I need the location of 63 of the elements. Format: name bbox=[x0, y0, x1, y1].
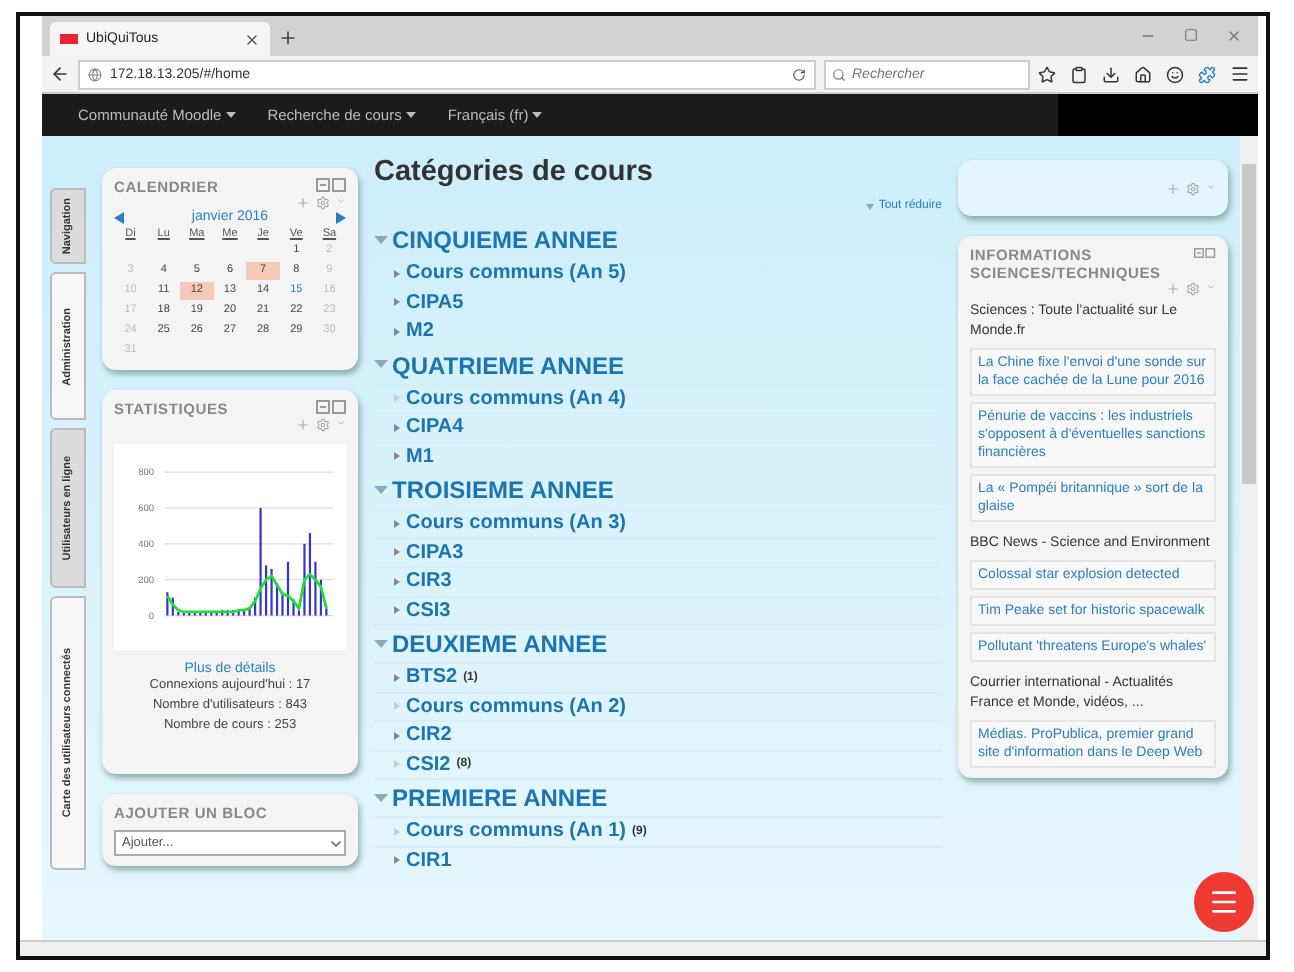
move-icon[interactable] bbox=[296, 418, 310, 432]
subcategory-link[interactable]: Cours communs (An 2) bbox=[374, 691, 942, 720]
subcategory-link[interactable]: Cours communs (An 4) bbox=[374, 383, 942, 412]
caret-icon bbox=[405, 112, 416, 118]
caret-icon bbox=[225, 112, 236, 118]
dock-icon[interactable] bbox=[316, 178, 346, 192]
menu-icon[interactable] bbox=[1230, 64, 1250, 84]
previous-month-icon[interactable] bbox=[114, 211, 124, 223]
subcategory-link[interactable]: CIPA5 bbox=[374, 287, 942, 316]
caret-icon[interactable] bbox=[1206, 182, 1216, 192]
new-tab-icon[interactable] bbox=[278, 28, 298, 48]
next-month-icon[interactable] bbox=[335, 211, 346, 223]
download-icon[interactable] bbox=[1102, 65, 1120, 83]
settings-icon[interactable] bbox=[316, 196, 330, 210]
category-link[interactable]: CINQUIEME ANNEE bbox=[374, 220, 942, 258]
bookmark-star-icon[interactable] bbox=[1038, 65, 1056, 83]
back-icon[interactable] bbox=[50, 64, 70, 84]
category-link[interactable]: PREMIERE ANNEE bbox=[374, 778, 942, 816]
caret-icon bbox=[374, 235, 388, 245]
category-link[interactable]: TROISIEME ANNEE bbox=[374, 470, 942, 508]
caret-icon bbox=[374, 485, 388, 495]
close-icon[interactable] bbox=[244, 31, 260, 47]
subcategory-link[interactable]: M2 bbox=[374, 316, 942, 345]
move-icon[interactable] bbox=[1166, 182, 1180, 196]
smiley-icon[interactable] bbox=[1166, 65, 1184, 83]
subcategory-link[interactable]: CIPA3 bbox=[374, 537, 942, 566]
category-link[interactable]: DEUXIEME ANNEE bbox=[374, 624, 942, 662]
caret-icon[interactable] bbox=[336, 418, 346, 428]
subcategory-link[interactable]: Cours communs (An 5) bbox=[374, 258, 942, 287]
settings-icon[interactable] bbox=[1186, 282, 1200, 296]
move-icon[interactable] bbox=[1166, 282, 1180, 296]
subcategory-link[interactable]: CSI3 bbox=[374, 595, 942, 624]
category-link[interactable]: QUATRIEME ANNEE bbox=[374, 345, 942, 383]
menu-icon bbox=[1208, 886, 1240, 918]
dock-icon[interactable] bbox=[316, 400, 346, 414]
extension-icon[interactable] bbox=[1198, 65, 1216, 83]
vertical-scrollbar[interactable] bbox=[1240, 136, 1258, 940]
caret-icon bbox=[374, 793, 388, 803]
horizontal-scrollbar[interactable] bbox=[20, 940, 1266, 956]
dock-icon[interactable] bbox=[1194, 246, 1216, 260]
caret-icon bbox=[532, 112, 543, 118]
caret-icon bbox=[374, 639, 388, 649]
subcategory-link[interactable]: CIR1 bbox=[374, 845, 942, 874]
caret-icon[interactable] bbox=[336, 196, 346, 206]
caret-icon bbox=[374, 360, 388, 370]
page-title: Catégories de cours bbox=[374, 156, 655, 188]
subcategory-link[interactable]: CIPA4 bbox=[374, 412, 942, 441]
subcategory-link[interactable]: M1 bbox=[374, 441, 942, 470]
favicon-icon bbox=[60, 34, 78, 44]
search-icon bbox=[832, 67, 846, 81]
reload-icon[interactable] bbox=[792, 67, 806, 81]
subcategory-link[interactable]: Cours communs (An 3) bbox=[374, 508, 942, 537]
globe-icon bbox=[88, 67, 102, 81]
clipboard-icon[interactable] bbox=[1070, 65, 1088, 83]
home-icon[interactable] bbox=[1134, 65, 1152, 83]
subcategory-link[interactable]: CIR2 bbox=[374, 720, 942, 749]
caret-icon[interactable] bbox=[1206, 282, 1216, 292]
maximize-icon[interactable] bbox=[1184, 28, 1198, 42]
close-icon[interactable] bbox=[1226, 28, 1242, 44]
settings-icon[interactable] bbox=[316, 418, 330, 432]
settings-icon[interactable] bbox=[1186, 182, 1200, 196]
move-icon[interactable] bbox=[296, 196, 310, 210]
subcategory-link[interactable]: CIR3 bbox=[374, 566, 942, 595]
